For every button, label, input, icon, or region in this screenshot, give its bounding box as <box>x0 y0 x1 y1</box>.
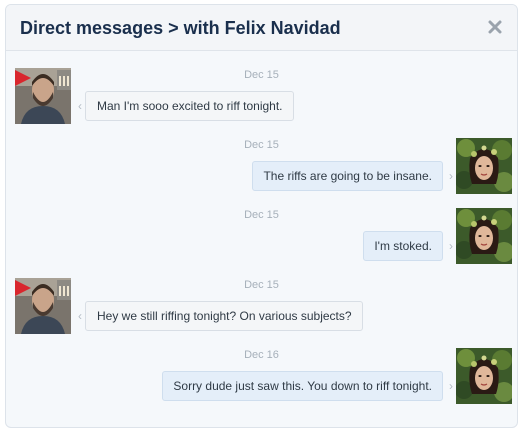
message-item: Dec 15 › I'm stoked. <box>6 208 517 268</box>
avatar[interactable] <box>456 348 512 404</box>
chevron-left-icon: ‹ <box>78 99 82 113</box>
message-item: Dec 16 › Sorry dude just saw this. You d… <box>6 348 517 408</box>
message-date: Dec 15 <box>244 139 279 151</box>
message-date: Dec 15 <box>244 209 279 221</box>
chevron-right-icon: › <box>449 379 453 393</box>
avatar[interactable] <box>456 138 512 194</box>
direct-messages-dialog: Direct messages > with Felix Navidad Dec… <box>5 4 518 428</box>
message-bubble: The riffs are going to be insane. <box>252 161 443 191</box>
message-item: Dec 15 ‹ Hey we still riffing tonight? O… <box>6 278 517 338</box>
chevron-right-icon: › <box>449 169 453 183</box>
message-date: Dec 16 <box>244 349 279 361</box>
message-date: Dec 15 <box>244 279 279 291</box>
message-date: Dec 15 <box>244 69 279 81</box>
avatar[interactable] <box>15 278 71 334</box>
message-item: Dec 15 › The riffs are going to be insan… <box>6 138 517 198</box>
message-bubble: Hey we still riffing tonight? On various… <box>85 301 363 331</box>
avatar[interactable] <box>456 208 512 264</box>
message-thread: Dec 15 ‹ Man I'm sooo excited to riff to… <box>6 51 517 427</box>
dialog-header: Direct messages > with Felix Navidad <box>6 5 517 51</box>
chevron-right-icon: › <box>449 239 453 253</box>
chevron-left-icon: ‹ <box>78 309 82 323</box>
message-bubble: I'm stoked. <box>363 231 443 261</box>
message-bubble: Sorry dude just saw this. You down to ri… <box>162 371 443 401</box>
avatar[interactable] <box>15 68 71 124</box>
message-item: Dec 15 ‹ Man I'm sooo excited to riff to… <box>6 68 517 128</box>
dialog-title: Direct messages > with Felix Navidad <box>20 18 341 38</box>
close-icon[interactable] <box>485 17 505 37</box>
message-bubble: Man I'm sooo excited to riff tonight. <box>85 91 294 121</box>
